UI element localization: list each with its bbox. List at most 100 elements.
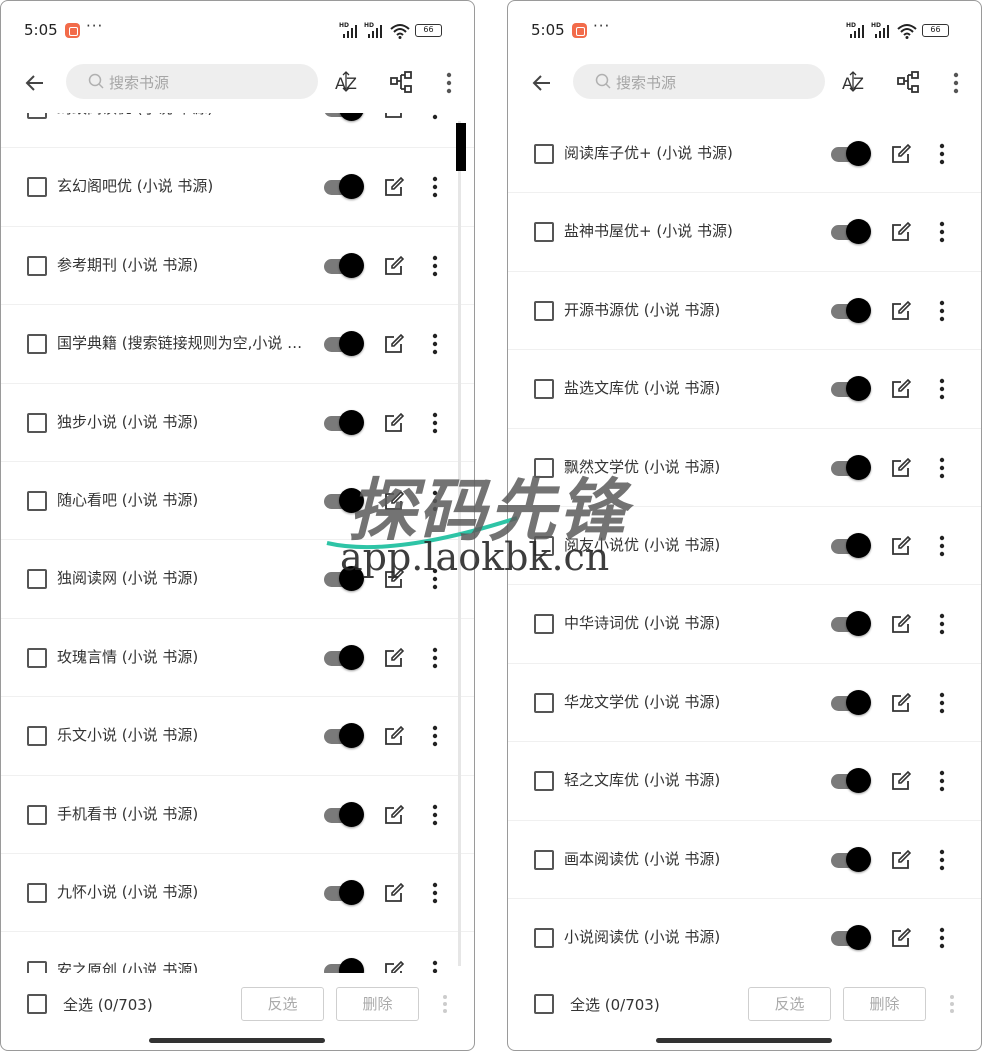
edit-icon[interactable] (890, 221, 912, 243)
item-checkbox[interactable] (534, 222, 554, 243)
enable-toggle[interactable] (324, 566, 364, 592)
select-all-label[interactable]: 全选 (0/703) (63, 994, 153, 1015)
item-checkbox[interactable] (27, 255, 47, 276)
invert-selection-button[interactable]: 反选 (241, 987, 324, 1021)
enable-toggle[interactable] (831, 924, 871, 951)
more-vert-icon[interactable] (427, 724, 443, 748)
group-icon[interactable] (389, 69, 415, 95)
enable-toggle[interactable] (831, 532, 871, 559)
source-list-item[interactable]: 华龙文学优 (小说 书源) (508, 664, 981, 743)
item-checkbox[interactable] (534, 535, 554, 556)
more-vert-icon[interactable] (934, 848, 950, 872)
more-vert-icon[interactable] (934, 299, 950, 323)
group-icon[interactable] (896, 69, 922, 95)
source-list-item[interactable]: 开源书源优 (小说 书源) (508, 272, 981, 351)
enable-toggle[interactable] (831, 376, 871, 402)
more-vert-icon[interactable] (948, 70, 964, 96)
edit-icon[interactable] (383, 412, 405, 434)
source-list-item[interactable]: 轻之文库优 (小说 书源) (508, 742, 981, 821)
source-list-item[interactable]: 随心看吧 (小说 书源) (1, 462, 474, 541)
delete-button[interactable]: 删除 (336, 987, 419, 1021)
select-all-checkbox[interactable] (534, 994, 554, 1014)
enable-toggle[interactable] (324, 113, 364, 122)
more-vert-icon[interactable] (427, 959, 443, 973)
enable-toggle[interactable] (324, 174, 364, 200)
source-list-item[interactable]: 画本阅读优 (小说 书源) (508, 821, 981, 899)
edit-icon[interactable] (890, 770, 912, 792)
edit-icon[interactable] (890, 535, 912, 557)
enable-toggle[interactable] (831, 768, 871, 794)
edit-icon[interactable] (383, 882, 405, 904)
more-vert-icon[interactable] (427, 646, 443, 670)
edit-icon[interactable] (383, 490, 405, 512)
more-vert-icon[interactable] (427, 175, 443, 199)
enable-toggle[interactable] (324, 958, 364, 973)
item-checkbox[interactable] (27, 569, 47, 590)
item-checkbox[interactable] (27, 412, 47, 433)
source-list-item[interactable]: 盐选文库优 (小说 书源) (508, 350, 981, 429)
item-checkbox[interactable] (534, 144, 554, 164)
sort-az-icon[interactable]: AZ (334, 69, 360, 95)
more-vert-icon[interactable] (427, 803, 443, 827)
enable-toggle[interactable] (324, 879, 364, 906)
more-vert-icon[interactable] (427, 489, 443, 513)
item-checkbox[interactable] (27, 804, 47, 825)
enable-toggle[interactable] (831, 141, 871, 167)
more-vert-icon[interactable] (934, 456, 950, 480)
edit-icon[interactable] (383, 568, 405, 590)
edit-icon[interactable] (383, 647, 405, 669)
invert-selection-button[interactable]: 反选 (748, 987, 831, 1021)
back-arrow-icon[interactable] (530, 71, 554, 95)
more-vert-icon[interactable] (427, 881, 443, 905)
item-checkbox[interactable] (534, 771, 554, 792)
source-list-item[interactable]: 玄幻阁吧优 (小说 书源) (1, 148, 474, 227)
more-vert-icon[interactable] (934, 377, 950, 401)
item-checkbox[interactable] (534, 379, 554, 400)
edit-icon[interactable] (890, 143, 912, 165)
enable-toggle[interactable] (831, 454, 871, 481)
more-vert-icon[interactable] (934, 220, 950, 244)
more-vert-icon[interactable] (437, 992, 453, 1016)
source-list-item[interactable]: 蚂蚁阅读优 (小说 书源) (1, 113, 474, 149)
edit-icon[interactable] (890, 692, 912, 714)
edit-icon[interactable] (890, 613, 912, 635)
scrollbar-thumb[interactable] (456, 123, 466, 171)
source-list-item[interactable]: 阅友小说优 (小说 书源) (508, 507, 981, 586)
item-checkbox[interactable] (534, 927, 554, 948)
search-input[interactable]: 搜索书源 (573, 64, 825, 99)
source-list-item[interactable]: 安之原创 (小说 书源) (1, 932, 474, 973)
edit-icon[interactable] (383, 333, 405, 355)
edit-icon[interactable] (890, 378, 912, 400)
enable-toggle[interactable] (324, 252, 364, 279)
source-list-item[interactable]: 盐神书屋优+ (小说 书源) (508, 193, 981, 272)
item-checkbox[interactable] (534, 614, 554, 635)
select-all-checkbox[interactable] (27, 994, 47, 1014)
enable-toggle[interactable] (324, 723, 364, 749)
item-checkbox[interactable] (534, 300, 554, 321)
enable-toggle[interactable] (831, 689, 871, 716)
more-vert-icon[interactable] (427, 254, 443, 278)
source-list-item[interactable]: 玫瑰言情 (小说 书源) (1, 619, 474, 698)
item-checkbox[interactable] (534, 692, 554, 713)
enable-toggle[interactable] (831, 297, 871, 324)
source-list-item[interactable]: 手机看书 (小说 书源) (1, 776, 474, 854)
item-checkbox[interactable] (27, 334, 47, 355)
more-vert-icon[interactable] (934, 142, 950, 166)
enable-toggle[interactable] (324, 644, 364, 671)
item-checkbox[interactable] (27, 647, 47, 668)
source-list-item[interactable]: 参考期刊 (小说 书源) (1, 227, 474, 306)
source-list-item[interactable]: 独阅读网 (小说 书源) (1, 540, 474, 619)
enable-toggle[interactable] (324, 487, 364, 514)
more-vert-icon[interactable] (427, 411, 443, 435)
edit-icon[interactable] (383, 725, 405, 747)
delete-button[interactable]: 删除 (843, 987, 926, 1021)
edit-icon[interactable] (383, 804, 405, 826)
source-list-item[interactable]: 飘然文学优 (小说 书源) (508, 429, 981, 507)
edit-icon[interactable] (890, 300, 912, 322)
more-vert-icon[interactable] (934, 534, 950, 558)
enable-toggle[interactable] (324, 331, 364, 357)
more-vert-icon[interactable] (934, 926, 950, 950)
more-vert-icon[interactable] (427, 113, 443, 121)
enable-toggle[interactable] (831, 219, 871, 245)
more-vert-icon[interactable] (427, 332, 443, 356)
